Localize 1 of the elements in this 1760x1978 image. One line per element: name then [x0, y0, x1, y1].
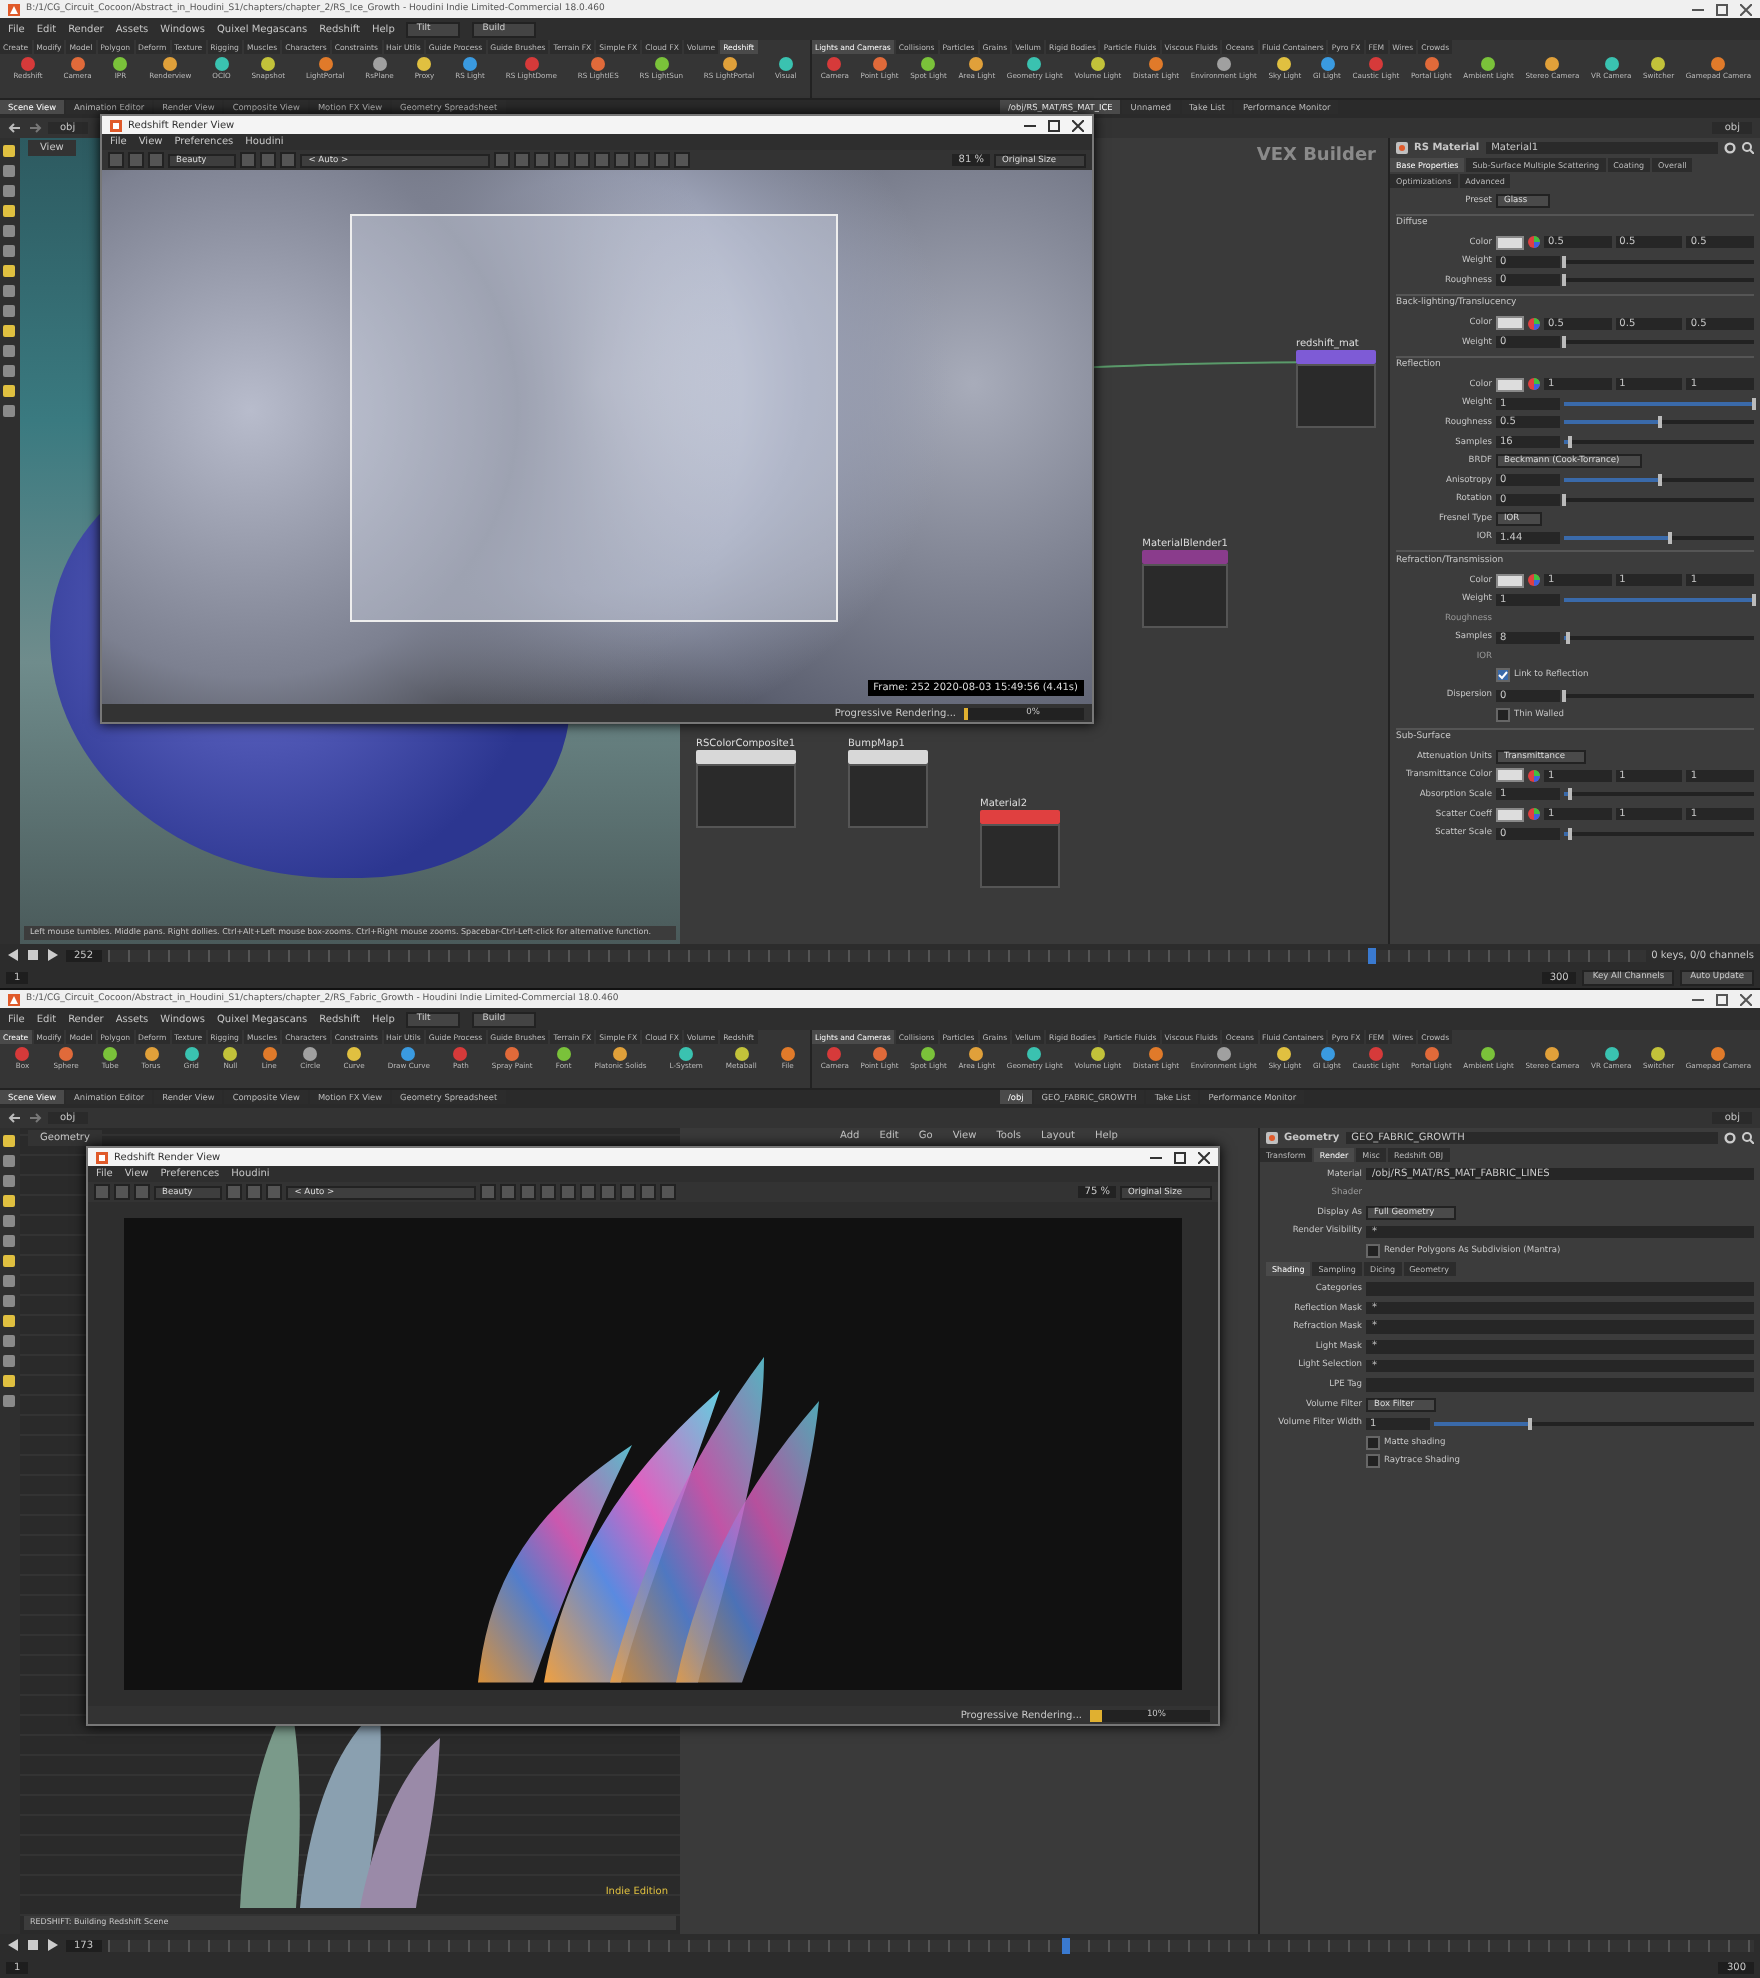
context-label: VEX Builder — [1256, 146, 1376, 166]
